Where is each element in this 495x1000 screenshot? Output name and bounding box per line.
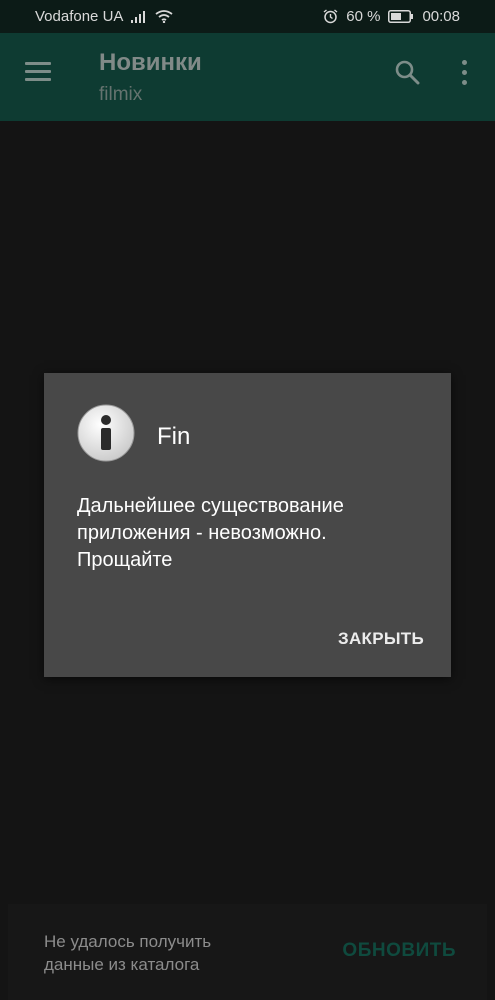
signal-icon	[131, 10, 146, 23]
dialog-title: Fin	[157, 423, 191, 450]
status-right: 60 % 00:08	[323, 8, 460, 25]
app-toolbar: Новинки filmix	[0, 33, 495, 121]
refresh-button[interactable]: ОБНОВИТЬ	[342, 940, 456, 962]
page-subtitle: filmix	[99, 84, 143, 105]
carrier-label: Vodafone UA	[35, 8, 124, 25]
close-button[interactable]: ЗАКРЫТЬ	[338, 629, 424, 649]
wifi-icon	[155, 10, 173, 23]
info-icon	[77, 404, 135, 462]
clock: 00:08	[422, 8, 460, 25]
menu-icon[interactable]	[25, 62, 53, 82]
search-icon[interactable]	[394, 59, 420, 85]
snackbar-message: Не удалось получить данные из каталога	[44, 932, 212, 974]
status-bar: Vodafone UA 60 % 00:08	[0, 0, 495, 33]
more-icon[interactable]	[456, 58, 472, 88]
snackbar: Не удалось получить данные из каталога О…	[8, 904, 487, 1000]
page-title: Новинки	[99, 49, 202, 76]
status-left: Vodafone UA	[35, 8, 173, 25]
battery-icon	[388, 10, 414, 23]
battery-percent: 60 %	[346, 8, 381, 25]
alarm-icon	[323, 9, 338, 24]
alert-dialog: Fin Дальнейшее существование приложения …	[44, 373, 451, 677]
dialog-message: Дальнейшее существование приложения - не…	[77, 495, 344, 571]
